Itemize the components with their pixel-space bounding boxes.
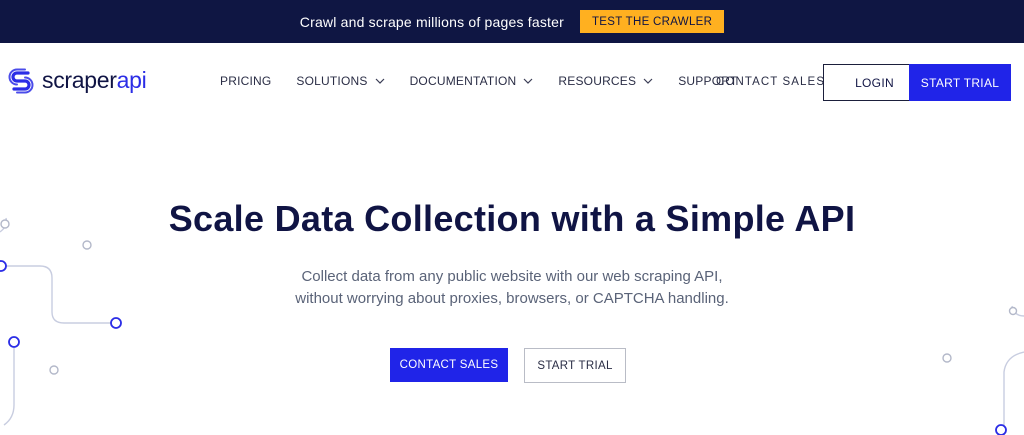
- announcement-bar: Crawl and scrape millions of pages faste…: [0, 0, 1024, 43]
- nav-item-label: DOCUMENTATION: [409, 74, 517, 88]
- chevron-down-icon: [375, 78, 384, 84]
- nav-item-documentation[interactable]: DOCUMENTATION: [410, 74, 534, 88]
- contact-sales-link[interactable]: CONTACT SALES: [716, 76, 825, 88]
- nav-item-label: PRICING: [220, 74, 272, 88]
- nav-item-label: RESOURCES: [558, 74, 637, 88]
- nav-item-label: SOLUTIONS: [296, 74, 368, 88]
- logo[interactable]: scraperapi: [8, 67, 147, 94]
- nav-item-solutions[interactable]: SOLUTIONS: [296, 74, 384, 88]
- hero-contact-sales-button[interactable]: CONTACT SALES: [390, 348, 508, 382]
- hero-title: Scale Data Collection with a Simple API: [168, 198, 856, 239]
- hero-start-trial-button[interactable]: START TRIAL: [524, 348, 626, 383]
- hero-subtitle: Collect data from any public website wit…: [0, 266, 1024, 310]
- chevron-down-icon: [643, 78, 653, 84]
- site-header: scraperapi PRICING SOLUTIONS DOCUMENTATI…: [0, 43, 1024, 123]
- chevron-down-icon: [523, 78, 533, 84]
- start-trial-button[interactable]: START TRIAL: [909, 64, 1011, 101]
- hero-subtitle-line: without worrying about proxies, browsers…: [295, 290, 729, 307]
- main-nav: PRICING SOLUTIONS DOCUMENTATION RESOURCE…: [220, 74, 762, 88]
- test-crawler-button[interactable]: TEST THE CRAWLER: [579, 10, 725, 33]
- announcement-text: Crawl and scrape millions of pages faste…: [299, 13, 564, 30]
- scraperapi-logo-icon: [8, 68, 34, 93]
- nav-item-resources[interactable]: RESOURCES: [558, 74, 653, 88]
- nav-item-pricing[interactable]: PRICING: [220, 74, 271, 88]
- logo-text: scraperapi: [42, 67, 147, 93]
- hero-subtitle-line: Collect data from any public website wit…: [301, 268, 723, 285]
